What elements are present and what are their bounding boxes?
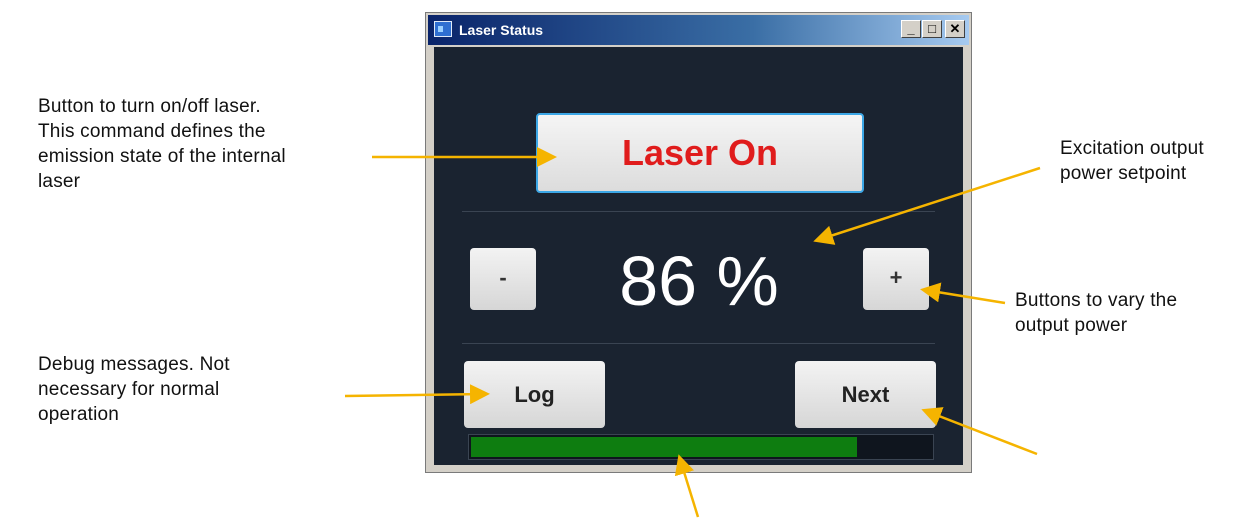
increase-power-button[interactable]: +: [863, 248, 929, 310]
annotation-power-buttons: Buttons to vary the output power: [1015, 288, 1260, 338]
annotation-line: Button to turn on/off laser.: [38, 96, 261, 117]
annotation-line: This command defines the: [38, 121, 266, 142]
maximize-button[interactable]: □: [922, 20, 942, 38]
power-setpoint-value: 86 %: [619, 242, 779, 320]
annotation-line: Excitation output: [1060, 138, 1204, 159]
annotation-debug: Debug messages. Not necessary for normal…: [38, 352, 318, 427]
annotation-line: laser: [38, 171, 81, 192]
log-button[interactable]: Log: [464, 361, 605, 428]
annotation-setpoint: Excitation output power setpoint: [1060, 136, 1260, 186]
annotation-line: emission state of the internal: [38, 146, 286, 167]
laser-toggle-button[interactable]: Laser On: [536, 113, 864, 193]
annotation-line: output power: [1015, 315, 1128, 336]
next-button[interactable]: Next: [795, 361, 936, 428]
laser-status-window: Laser Status _ □ ✕ Laser On - 86 % + Log…: [425, 12, 972, 473]
annotation-line: Debug messages. Not: [38, 354, 230, 375]
decrease-power-button[interactable]: -: [470, 248, 536, 310]
progress-bar-fill: [471, 437, 857, 457]
window-client-area: Laser On - 86 % + Log Next: [434, 47, 963, 465]
divider: [462, 343, 935, 344]
annotation-line: necessary for normal: [38, 379, 220, 400]
title-bar[interactable]: Laser Status _ □ ✕: [428, 15, 969, 45]
annotation-line: operation: [38, 404, 120, 425]
app-icon: [434, 21, 452, 37]
annotation-laser-button: Button to turn on/off laser. This comman…: [38, 94, 358, 194]
window-title: Laser Status: [459, 22, 544, 38]
minimize-button[interactable]: _: [901, 20, 921, 38]
divider: [462, 211, 935, 212]
annotation-line: Buttons to vary the: [1015, 290, 1178, 311]
annotation-line: power setpoint: [1060, 163, 1187, 184]
close-button[interactable]: ✕: [945, 20, 965, 38]
progress-bar: [468, 434, 934, 460]
